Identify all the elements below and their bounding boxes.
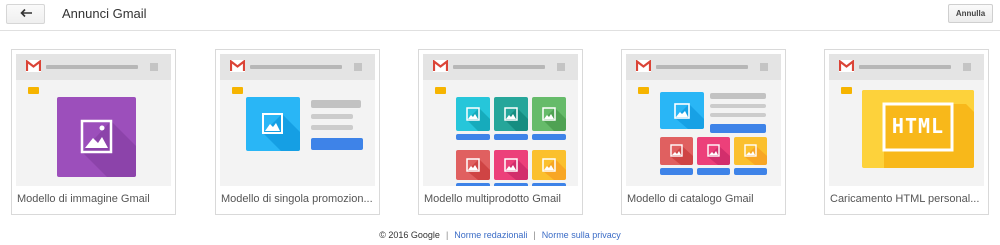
gmail-logo-icon bbox=[839, 60, 854, 72]
template-card-multi-product[interactable]: Modello multiprodotto Gmail bbox=[418, 49, 583, 215]
image-placeholder-icon bbox=[660, 92, 704, 129]
template-thumbnail bbox=[423, 54, 578, 186]
template-card-single-promotion[interactable]: Modello di singola promozion... bbox=[215, 49, 380, 215]
template-thumbnail bbox=[220, 54, 375, 186]
product-image-icon bbox=[494, 97, 528, 131]
template-label: Caricamento HTML personal... bbox=[830, 193, 980, 205]
product-image-icon bbox=[494, 150, 528, 180]
page-title: Annunci Gmail bbox=[62, 6, 147, 21]
editorial-policy-link[interactable]: Norme redazionali bbox=[454, 230, 527, 240]
template-thumbnail bbox=[626, 54, 781, 186]
template-label: Modello di catalogo Gmail bbox=[627, 193, 754, 205]
gmail-logo-icon bbox=[433, 60, 448, 72]
template-card-catalog[interactable]: Modello di catalogo Gmail bbox=[621, 49, 786, 215]
html-badge-text: HTML bbox=[891, 114, 945, 138]
image-placeholder-icon bbox=[246, 97, 300, 151]
template-label: Modello di singola promozion... bbox=[221, 193, 373, 205]
gmail-logo-icon bbox=[636, 60, 651, 72]
product-image-icon bbox=[734, 137, 767, 165]
product-image-icon bbox=[660, 137, 693, 165]
template-thumbnail bbox=[16, 54, 171, 186]
header-bar: Annunci Gmail Annulla bbox=[0, 0, 1000, 31]
back-button[interactable] bbox=[6, 4, 45, 24]
template-card-image[interactable]: Modello di immagine Gmail bbox=[11, 49, 176, 215]
product-image-icon bbox=[532, 97, 566, 131]
html-banner: HTML bbox=[862, 90, 974, 168]
privacy-policy-link[interactable]: Norme sulla privacy bbox=[542, 230, 621, 240]
copyright-text: © 2016 Google bbox=[379, 230, 440, 240]
template-label: Modello multiprodotto Gmail bbox=[424, 193, 561, 205]
template-thumbnail: HTML bbox=[829, 54, 984, 186]
footer-separator: | bbox=[533, 230, 536, 240]
cancel-button[interactable]: Annulla bbox=[948, 4, 993, 23]
product-image-icon bbox=[456, 150, 490, 180]
template-label: Modello di immagine Gmail bbox=[17, 193, 150, 205]
product-image-icon bbox=[456, 97, 490, 131]
product-image-icon bbox=[532, 150, 566, 180]
gmail-logo-icon bbox=[26, 60, 41, 72]
footer-separator: | bbox=[445, 230, 449, 240]
product-image-icon bbox=[697, 137, 730, 165]
template-card-html-upload[interactable]: HTML Caricamento HTML personal... bbox=[824, 49, 989, 215]
image-placeholder-icon bbox=[57, 97, 136, 177]
gmail-logo-icon bbox=[230, 60, 245, 72]
footer: © 2016 Google | Norme redazionali | Norme su… bbox=[0, 230, 1000, 240]
arrow-left-icon bbox=[19, 5, 33, 23]
